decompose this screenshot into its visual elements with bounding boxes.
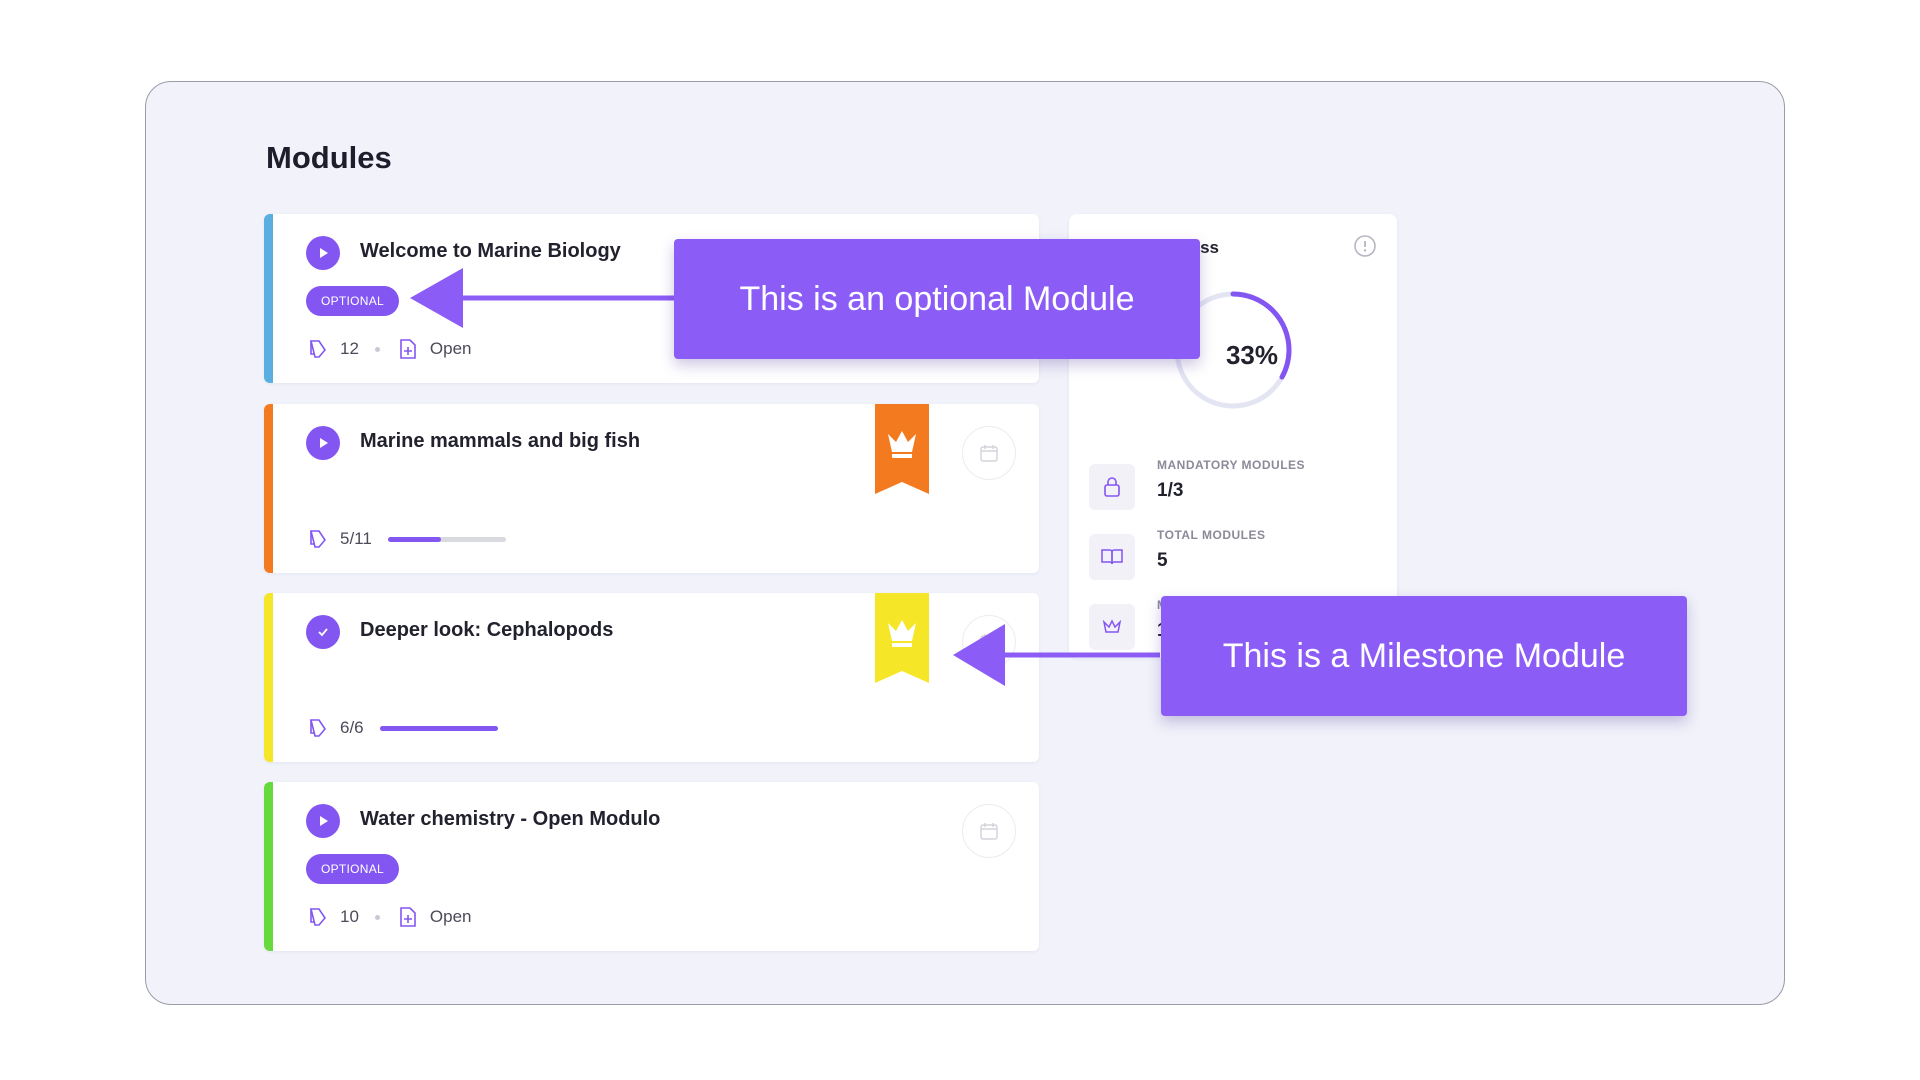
callout-milestone: This is a Milestone Module [1161,596,1687,716]
module-card-cephalopods[interactable]: Deeper look: Cephalopods 6/6 [264,593,1039,762]
stat-label: MANDATORY MODULES [1157,458,1306,472]
callout-arrow-optional [410,268,680,328]
module-card-marine-mammals[interactable]: Marine mammals and big fish 5/11 [264,404,1039,573]
module-title[interactable]: Deeper look: Cephalopods [360,619,613,642]
milestone-ribbon-icon [875,593,929,683]
module-status: Open [429,339,472,358]
callout-optional: This is an optional Module [674,239,1200,359]
document-plus-icon [396,905,420,929]
book-icon [1089,534,1135,580]
module-title[interactable]: Water chemistry - Open Modulo [360,808,660,831]
progress-text: 5/11 [340,529,372,548]
play-icon[interactable] [306,236,340,270]
play-icon[interactable] [306,426,340,460]
module-color-stripe [264,593,273,762]
play-icon[interactable] [306,804,340,838]
module-color-stripe [264,214,273,383]
separator-dot [374,914,380,920]
optional-badge: OPTIONAL [306,854,399,884]
module-title[interactable]: Marine mammals and big fish [360,430,640,453]
lock-icon [1089,464,1135,510]
calendar-icon[interactable] [962,426,1016,480]
optional-badge: OPTIONAL [306,286,399,316]
check-icon[interactable] [306,615,340,649]
lessons-icon [306,337,330,361]
progress-bar [387,536,506,542]
progress-bar [379,725,498,731]
document-plus-icon [396,337,420,361]
lessons-icon [306,905,330,929]
module-color-stripe [264,782,273,951]
progress-text: 6/6 [340,718,364,737]
separator-dot [374,346,380,352]
progress-fill [387,536,441,542]
calendar-icon[interactable] [962,804,1016,858]
info-icon[interactable] [1353,234,1377,258]
module-status: Open [429,907,472,926]
stat-value: 5 [1157,550,1168,571]
stat-mandatory-modules: MANDATORY MODULES 1/3 [1089,458,1389,518]
lessons-icon [306,716,330,740]
page-title: Modules [266,140,392,175]
callout-arrow-milestone [953,624,1160,686]
stat-value: 1/3 [1157,480,1184,501]
module-card-water-chemistry[interactable]: Water chemistry - Open Modulo OPTIONAL 1… [264,782,1039,951]
module-color-stripe [264,404,273,573]
lessons-icon [306,527,330,551]
stat-total-modules: TOTAL MODULES 5 [1089,528,1389,588]
progress-fill [379,725,498,731]
stat-label: TOTAL MODULES [1157,528,1266,542]
progress-percent: 33% [1225,340,1279,370]
lesson-count: 12 [340,339,359,358]
lesson-count: 10 [340,907,359,926]
milestone-ribbon-icon [875,404,929,494]
